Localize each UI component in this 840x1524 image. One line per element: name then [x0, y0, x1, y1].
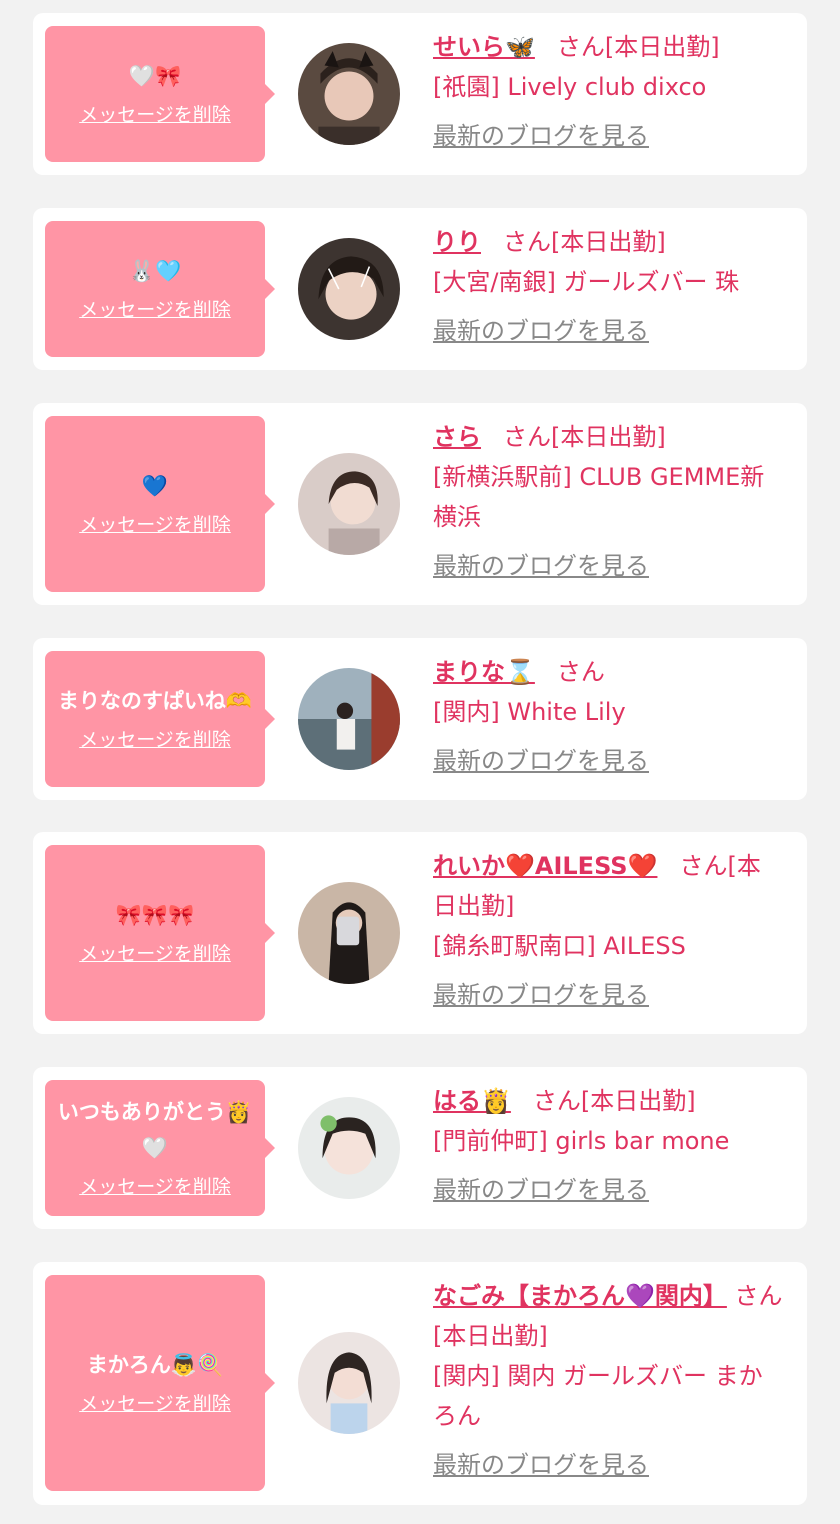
shop-name: [祇園] Lively club dixco: [433, 73, 707, 101]
entry-info: まりな⌛ さん [関内] White Lily 最新のブログを見る: [433, 652, 783, 778]
avatar[interactable]: [298, 238, 400, 340]
list-item: 🤍🎀 メッセージを削除 せいら🦋 さん[本日出勤] [祇園] Lively clu…: [33, 13, 807, 175]
cast-status: さん: [556, 658, 605, 686]
entry-info: はる👸 さん[本日出勤] [門前仲町] girls bar mone 最新のブログ…: [433, 1081, 783, 1207]
list-item: 🐰🩵 メッセージを削除 りり さん[本日出勤] [大宮/南銀] ガールズバー 珠 …: [33, 208, 807, 370]
entry-info: なごみ【まかろん💜関内】 さん[本日出勤] [関内] 関内 ガールズバー まかろ…: [433, 1276, 783, 1482]
view-blog-link[interactable]: 最新のブログを見る: [433, 744, 649, 778]
message-bubble: まかろん👼🍭 メッセージを削除: [45, 1275, 275, 1491]
shop-name: [大宮/南銀] ガールズバー 珠: [433, 268, 740, 296]
view-blog-link[interactable]: 最新のブログを見る: [433, 1173, 649, 1207]
entry-info: れいか❤️AILESS❤️ さん[本日出勤] [錦糸町駅南口] AILESS 最新…: [433, 846, 783, 1012]
delete-message-link[interactable]: メッセージを削除: [79, 939, 231, 969]
list-item: まかろん👼🍭 メッセージを削除 なごみ【まかろん💜関内】 さん[本日出勤] [関…: [33, 1262, 807, 1505]
view-blog-link[interactable]: 最新のブログを見る: [433, 1448, 649, 1482]
entry-info: さら さん[本日出勤] [新横浜駅前] CLUB GEMME新横浜 最新のブログを…: [433, 417, 783, 583]
cast-name-link[interactable]: なごみ【まかろん💜関内】: [433, 1282, 727, 1310]
avatar[interactable]: [298, 882, 400, 984]
list-item: 💙 メッセージを削除 さら さん[本日出勤] [新横浜駅前] CLUB GEMME…: [33, 403, 807, 605]
avatar[interactable]: [298, 43, 400, 145]
cast-status: さん[本日出勤]: [532, 1087, 696, 1115]
message-text: 🎀🎀🎀: [115, 903, 195, 927]
message-text: 💙: [141, 474, 169, 498]
shop-name: [門前仲町] girls bar mone: [433, 1127, 730, 1155]
avatar[interactable]: [298, 1097, 400, 1199]
message-bubble: いつもありがとう👸🤍 メッセージを削除: [45, 1080, 275, 1216]
view-blog-link[interactable]: 最新のブログを見る: [433, 549, 649, 583]
message-bubble: まりなのすぱいね🫶 メッセージを削除: [45, 651, 275, 787]
message-bubble: 🎀🎀🎀 メッセージを削除: [45, 845, 275, 1021]
cast-name-link[interactable]: せいら🦋: [433, 33, 535, 61]
shop-name: [関内] 関内 ガールズバー まかろん: [433, 1362, 763, 1430]
message-text: 🤍🎀: [128, 64, 182, 88]
list-item: いつもありがとう👸🤍 メッセージを削除 はる👸 さん[本日出勤] [門前仲町] g…: [33, 1067, 807, 1229]
message-list: 🤍🎀 メッセージを削除 せいら🦋 さん[本日出勤] [祇園] Lively clu…: [0, 0, 840, 1524]
message-text: 🐰🩵: [128, 259, 182, 283]
message-bubble: 💙 メッセージを削除: [45, 416, 275, 592]
message-text: まかろん👼🍭: [86, 1353, 224, 1377]
list-item: 🎀🎀🎀 メッセージを削除 れいか❤️AILESS❤️ さん[本日出勤] [錦糸町駅…: [33, 832, 807, 1034]
entry-info: せいら🦋 さん[本日出勤] [祇園] Lively club dixco 最新のブ…: [433, 27, 783, 153]
message-text: いつもありがとう👸🤍: [57, 1100, 253, 1160]
message-bubble: 🤍🎀 メッセージを削除: [45, 26, 275, 162]
avatar[interactable]: [298, 668, 400, 770]
message-bubble: 🐰🩵 メッセージを削除: [45, 221, 275, 357]
view-blog-link[interactable]: 最新のブログを見る: [433, 119, 649, 153]
shop-name: [関内] White Lily: [433, 698, 626, 726]
delete-message-link[interactable]: メッセージを削除: [79, 725, 231, 755]
avatar[interactable]: [298, 453, 400, 555]
cast-name-link[interactable]: はる👸: [433, 1087, 511, 1115]
shop-name: [新横浜駅前] CLUB GEMME新横浜: [433, 463, 765, 531]
message-text: まりなのすぱいね🫶: [57, 689, 253, 713]
cast-status: さん[本日出勤]: [556, 33, 720, 61]
avatar[interactable]: [298, 1332, 400, 1434]
cast-name-link[interactable]: まりな⌛: [433, 658, 535, 686]
delete-message-link[interactable]: メッセージを削除: [79, 1172, 231, 1202]
delete-message-link[interactable]: メッセージを削除: [79, 510, 231, 540]
cast-status: さん[本日出勤]: [503, 228, 666, 256]
cast-name-link[interactable]: さら: [433, 423, 481, 451]
cast-name-link[interactable]: れいか❤️AILESS❤️: [433, 852, 657, 880]
entry-info: りり さん[本日出勤] [大宮/南銀] ガールズバー 珠 最新のブログを見る: [433, 222, 783, 348]
view-blog-link[interactable]: 最新のブログを見る: [433, 314, 649, 348]
cast-name-link[interactable]: りり: [433, 228, 481, 256]
shop-name: [錦糸町駅南口] AILESS: [433, 932, 686, 960]
list-item: まりなのすぱいね🫶 メッセージを削除 まりな⌛ さん [関内] White Lil…: [33, 638, 807, 800]
delete-message-link[interactable]: メッセージを削除: [79, 100, 231, 130]
cast-status: さん[本日出勤]: [503, 423, 666, 451]
delete-message-link[interactable]: メッセージを削除: [79, 295, 231, 325]
view-blog-link[interactable]: 最新のブログを見る: [433, 978, 649, 1012]
delete-message-link[interactable]: メッセージを削除: [79, 1389, 231, 1419]
